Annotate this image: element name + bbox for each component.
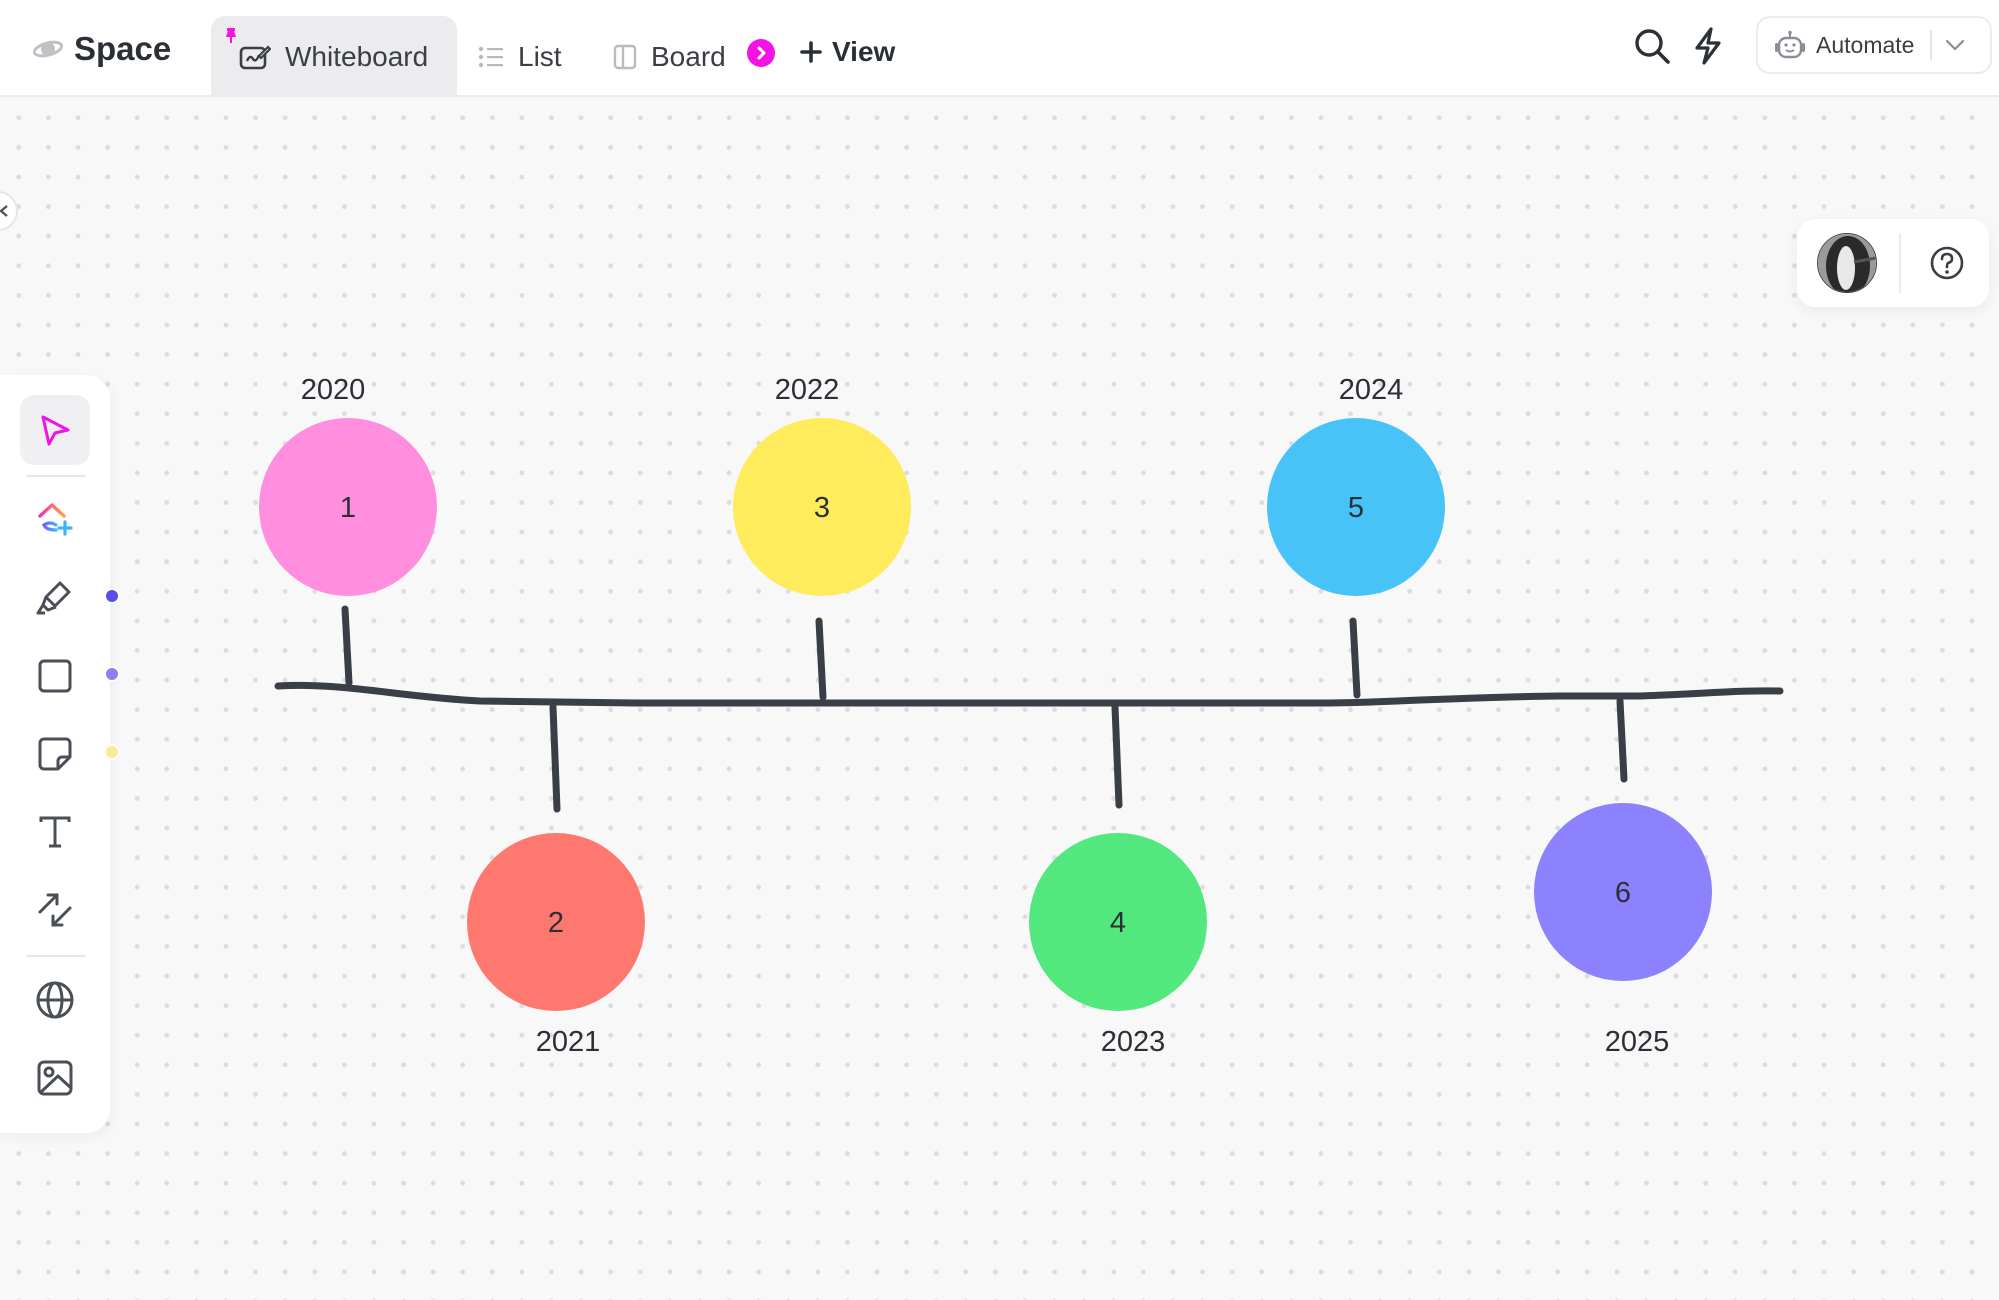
tool-select[interactable] — [20, 395, 90, 465]
planet-icon — [32, 40, 64, 58]
user-photo-icon — [1818, 234, 1876, 292]
space-label: Space — [74, 30, 172, 67]
timeline-event-number: 5 — [1348, 492, 1364, 524]
tool-sticky-note[interactable] — [20, 719, 90, 789]
tool-ai-create[interactable] — [20, 485, 90, 555]
timeline-year-label: 2024 — [1339, 374, 1404, 406]
tool-image[interactable] — [20, 1043, 90, 1113]
cursor-icon — [41, 415, 70, 446]
top-bar: Space Whiteboard List Board View Automat… — [0, 0, 1999, 97]
pin-icon — [226, 28, 236, 43]
sticky-note-icon — [38, 737, 72, 771]
chevron-down-icon[interactable] — [1944, 38, 1966, 52]
timeline-year-label: 2023 — [1101, 1026, 1166, 1058]
connector-arrows-icon — [38, 893, 72, 927]
timeline-diagram: 1 2020 2 2021 3 2022 4 2023 5 2024 6 2025 — [259, 374, 1784, 1058]
tab-board[interactable]: Board — [585, 16, 754, 97]
automate-button[interactable]: Automate — [1756, 16, 1992, 74]
shape-color-swatch[interactable] — [104, 666, 120, 682]
timeline-connector[interactable] — [1616, 697, 1628, 783]
toolbar-divider — [26, 955, 86, 957]
timeline-event-number: 4 — [1110, 907, 1126, 939]
help-icon[interactable] — [1929, 245, 1965, 281]
search-button[interactable] — [1630, 24, 1674, 68]
tab-whiteboard-label: Whiteboard — [285, 40, 429, 72]
tool-pen[interactable] — [20, 563, 90, 633]
automate-divider — [1930, 30, 1933, 60]
tool-connector[interactable] — [20, 875, 90, 945]
chevron-right-icon — [757, 46, 766, 60]
globe-icon — [36, 981, 74, 1019]
pen-color-swatch[interactable] — [104, 588, 120, 604]
add-view-button[interactable]: View — [800, 30, 895, 74]
tab-list-label: List — [518, 40, 562, 72]
list-icon — [478, 46, 503, 67]
timeline-event[interactable]: 3 2022 — [733, 374, 911, 701]
plus-icon — [800, 41, 822, 63]
timeline-event-number: 3 — [814, 492, 830, 524]
timeline-event[interactable]: 5 2024 — [1267, 374, 1445, 699]
lightning-icon — [1695, 27, 1721, 65]
timeline-event[interactable]: 4 2023 — [1029, 703, 1207, 1058]
timeline-event[interactable]: 2 2021 — [467, 703, 645, 1058]
board-icon — [613, 44, 637, 69]
automate-label: Automate — [1816, 31, 1915, 58]
search-icon — [1635, 29, 1670, 64]
timeline-event-number: 6 — [1615, 877, 1631, 909]
more-views-button[interactable] — [747, 39, 775, 67]
tool-shape[interactable] — [20, 641, 90, 711]
whiteboard-toolbar — [0, 375, 120, 1133]
timeline-connector[interactable] — [1111, 703, 1123, 809]
avatar[interactable] — [1817, 233, 1877, 293]
whiteboard-canvas[interactable]: 1 2020 2 2021 3 2022 4 2023 5 2024 6 2025 — [0, 99, 1999, 1300]
timeline-connector[interactable] — [341, 605, 353, 687]
tool-embed[interactable] — [20, 965, 90, 1035]
sticky-color-swatch[interactable] — [104, 744, 120, 760]
timeline-connector[interactable] — [549, 703, 561, 813]
timeline-connector[interactable] — [815, 617, 827, 701]
add-view-label: View — [832, 36, 896, 67]
timeline-year-label: 2020 — [301, 374, 366, 406]
robot-icon — [1775, 30, 1805, 59]
timeline-year-label: 2022 — [775, 374, 840, 406]
tool-text[interactable] — [20, 797, 90, 867]
timeline-year-label: 2025 — [1605, 1026, 1670, 1058]
tab-list[interactable]: List — [450, 16, 590, 97]
timeline-event[interactable]: 6 2025 — [1534, 697, 1712, 1058]
timeline-year-label: 2021 — [536, 1026, 601, 1058]
presence-panel — [1797, 219, 1989, 307]
tab-whiteboard[interactable]: Whiteboard — [211, 16, 457, 97]
space-breadcrumb[interactable]: Space — [32, 30, 171, 68]
timeline-connector[interactable] — [1349, 617, 1361, 699]
toolbar-divider — [26, 475, 86, 477]
timeline-event[interactable]: 1 2020 — [259, 374, 437, 687]
timeline-event-number: 1 — [340, 492, 356, 524]
text-icon — [39, 816, 71, 848]
timeline-axis-line[interactable] — [274, 681, 1784, 707]
square-icon — [38, 659, 72, 693]
automations-bolt-button[interactable] — [1686, 24, 1730, 68]
clickup-ai-plus-icon — [38, 503, 73, 536]
image-icon — [37, 1060, 73, 1096]
presence-divider — [1899, 233, 1901, 293]
marker-icon — [36, 581, 71, 615]
whiteboard-icon — [239, 44, 271, 69]
timeline-event-number: 2 — [548, 907, 564, 939]
tab-board-label: Board — [651, 40, 726, 72]
